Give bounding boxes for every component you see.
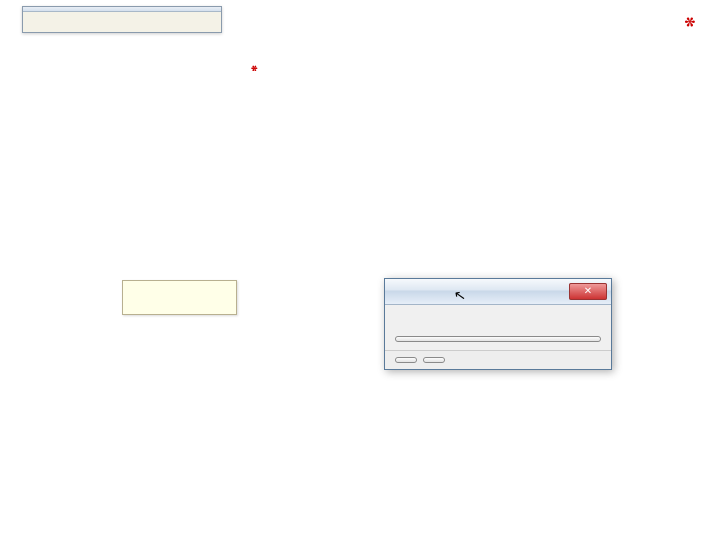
cancel-button[interactable] [423,357,445,363]
dialog-footer [385,350,611,369]
color-dialog: ✕ [384,278,612,370]
ok-button[interactable] [395,357,417,363]
close-button[interactable]: ✕ [569,283,607,300]
toolbox-panel [22,6,222,33]
toolbox-body [23,12,221,32]
slide-content: * [250,12,700,60]
color-dialog-body [385,305,611,350]
slide-title: * [250,12,700,48]
tooltip [122,280,237,315]
color-dialog-titlebar[interactable]: ✕ [385,279,611,305]
toolbox-empty-text [23,12,221,32]
define-color-button[interactable] [395,336,601,342]
